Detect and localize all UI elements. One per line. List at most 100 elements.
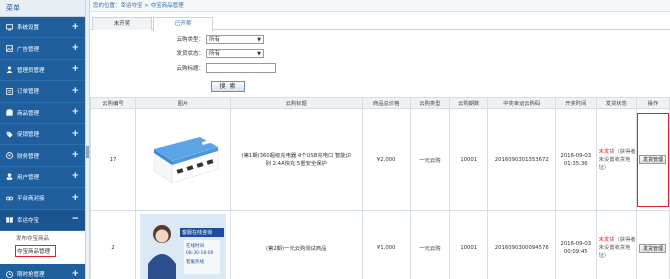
- column-header: 云购类型: [409, 97, 451, 109]
- expand-plus-icon[interactable]: +: [71, 172, 79, 181]
- row-period: 10001: [448, 108, 489, 211]
- action-highlight-box: 发货管理: [636, 112, 669, 207]
- charger-product-image[interactable]: [144, 131, 222, 189]
- sidebar-item-admins[interactable]: 管理员管理 +: [0, 60, 85, 82]
- image-caption-3: 08:30-18:00: [185, 251, 214, 256]
- row-code: 20160903000945​76: [487, 210, 556, 279]
- row-price: ¥2,000: [361, 108, 411, 211]
- image-icon: [6, 45, 13, 52]
- column-header: 云购期数: [448, 97, 489, 109]
- sidebar-subitem-manage[interactable]: 夺宝商品管理: [15, 244, 56, 257]
- tab-bar: 未开奖 已开奖: [90, 12, 670, 31]
- expand-plus-icon[interactable]: +: [71, 65, 79, 74]
- splitter-grip[interactable]: [86, 146, 89, 158]
- filter-row-status: 发货状态： 所有 ▼: [90, 47, 264, 59]
- status-select[interactable]: 所有 ▼: [206, 48, 264, 58]
- row-period: 10001: [448, 210, 489, 279]
- sidebar: 菜单 系统设置 + 广告管理 + 管理员管理 + 订单管理 + 商品管理 + 促…: [0, 0, 85, 279]
- sidebar-item-lucky-draw[interactable]: 幸运夺宝 −: [0, 209, 85, 231]
- shipping-manage-button[interactable]: 发货管理: [639, 155, 667, 164]
- type-label: 云购类型：: [176, 37, 204, 43]
- filter-row-type: 云购类型： 所有 ▼: [90, 33, 264, 45]
- tag-icon: [6, 131, 13, 138]
- search-button[interactable]: 搜 索: [211, 81, 245, 92]
- product-image-cell: [135, 108, 231, 211]
- row-action: 发货管理: [635, 108, 670, 211]
- column-header: 云购编号: [89, 97, 137, 109]
- expand-plus-icon[interactable]: +: [71, 86, 79, 96]
- tab-drawn[interactable]: 已开奖: [153, 17, 213, 31]
- row-id: 17: [89, 108, 137, 211]
- sidebar-item-products[interactable]: 商品管理 +: [0, 103, 85, 124]
- image-caption-1: 客服在线咨询: [181, 230, 212, 236]
- image-caption-2: 在线时间: [185, 244, 204, 249]
- product-image-cell: 客服在线咨询 在线时间 08:30-18:00 客服热线: [135, 210, 231, 279]
- sidebar-item-label: 用户管理: [17, 174, 40, 181]
- sidebar-item-platform[interactable]: 平台商对接 +: [0, 188, 85, 210]
- table-row: 17 (第1期)360超级充电器 4个USB充电口 智能识别 2.4A快充 5重…: [89, 108, 670, 211]
- status-select-value: 所有: [209, 50, 221, 57]
- box-icon: [6, 109, 13, 116]
- sidebar-item-label: 商品管理: [17, 110, 40, 117]
- sidebar-submenu: 发布夺宝商品 夺宝商品管理: [0, 230, 85, 264]
- sidebar-item-label: 限时抢管理: [17, 272, 45, 279]
- users-icon: [6, 66, 13, 74]
- title-label: 云购标题：: [176, 66, 204, 72]
- row-status: 未发货（获得者未设置收货地址）: [595, 108, 637, 211]
- expand-plus-icon[interactable]: +: [71, 108, 79, 117]
- sidebar-item-label: 幸运夺宝: [17, 217, 40, 224]
- sidebar-item-label: 平台商对接: [17, 196, 45, 203]
- row-id: 2: [89, 210, 137, 279]
- row-action: 发货管理: [635, 210, 670, 279]
- link-icon: [6, 195, 13, 202]
- column-header: 商品总价格: [361, 97, 411, 109]
- status-text: 未发货（获得者未设置收货地址）: [597, 236, 636, 260]
- dropdown-arrow-icon: ▼: [257, 36, 261, 43]
- column-header: 图片: [135, 97, 231, 109]
- draw-date: 2016-09-03: [560, 241, 592, 247]
- sidebar-item-flash-sale[interactable]: 限时抢管理 +: [0, 264, 85, 279]
- row-draw-time: 2016-09-03 00:09:45: [555, 210, 597, 279]
- type-select[interactable]: 所有 ▼: [206, 34, 264, 44]
- results-table: 云购编号 图片 云购标题 商品总价格 云购类型 云购期数 中奖幸运云购码 开奖时…: [89, 97, 670, 279]
- table-row: 2 客服在线咨询 在线时间 08:30-18:00 客服热线 (第2期)一元云购…: [89, 210, 670, 279]
- expand-plus-icon[interactable]: +: [71, 44, 79, 53]
- expand-plus-icon[interactable]: +: [71, 22, 79, 32]
- draw-time: 00:09:45: [563, 249, 588, 255]
- status-label: 发货状态：: [176, 51, 204, 57]
- expand-plus-icon[interactable]: +: [71, 269, 79, 279]
- collapse-minus-icon[interactable]: −: [71, 215, 79, 224]
- shipping-manage-button[interactable]: 发货管理: [639, 243, 667, 253]
- service-product-image[interactable]: 客服在线咨询 在线时间 08:30-18:00 客服热线: [139, 214, 226, 279]
- clock-icon: [6, 270, 13, 278]
- row-code: 20160903013536​72: [487, 108, 556, 211]
- sidebar-item-promotions[interactable]: 促销管理 +: [0, 124, 85, 146]
- sidebar-title: 菜单: [0, 0, 85, 17]
- row-draw-time: 2016-09-03 01:35:36: [555, 108, 597, 211]
- column-header: 云购标题: [229, 97, 363, 109]
- draw-date: 2016-09-03: [560, 152, 592, 159]
- monitor-icon: [6, 23, 13, 31]
- expand-plus-icon[interactable]: +: [71, 129, 79, 139]
- sidebar-subitem-publish[interactable]: 发布夺宝商品: [0, 233, 85, 245]
- sidebar-item-ads[interactable]: 广告管理 +: [0, 38, 85, 60]
- expand-plus-icon[interactable]: +: [71, 151, 79, 160]
- breadcrumb: 您的位置：幸运夺宝 > 夺宝商品管理: [90, 0, 670, 12]
- title-input[interactable]: [206, 63, 276, 73]
- expand-plus-icon[interactable]: +: [71, 193, 79, 203]
- sidebar-item-label: 系统设置: [17, 25, 40, 32]
- sidebar-item-system-settings[interactable]: 系统设置 +: [0, 17, 85, 39]
- draw-time: 01:35:36: [563, 160, 588, 167]
- column-header: 发货状态: [595, 97, 637, 109]
- sidebar-item-label: 财务管理: [17, 153, 40, 160]
- column-header: 中奖幸运云购码: [487, 97, 556, 109]
- type-select-value: 所有: [209, 36, 221, 43]
- sidebar-item-finance[interactable]: ¥ 财务管理 +: [0, 145, 85, 167]
- sidebar-item-orders[interactable]: 订单管理 +: [0, 81, 85, 103]
- row-type: 一元云购: [409, 108, 451, 211]
- sidebar-item-users[interactable]: 用户管理 +: [0, 167, 85, 189]
- sidebar-item-label: 订单管理: [17, 89, 40, 96]
- main-content: 您的位置：幸运夺宝 > 夺宝商品管理 未开奖 已开奖 云购类型： 所有 ▼ 发货…: [89, 0, 670, 279]
- status-main: 未发货: [598, 237, 615, 243]
- tab-not-drawn[interactable]: 未开奖: [92, 17, 152, 30]
